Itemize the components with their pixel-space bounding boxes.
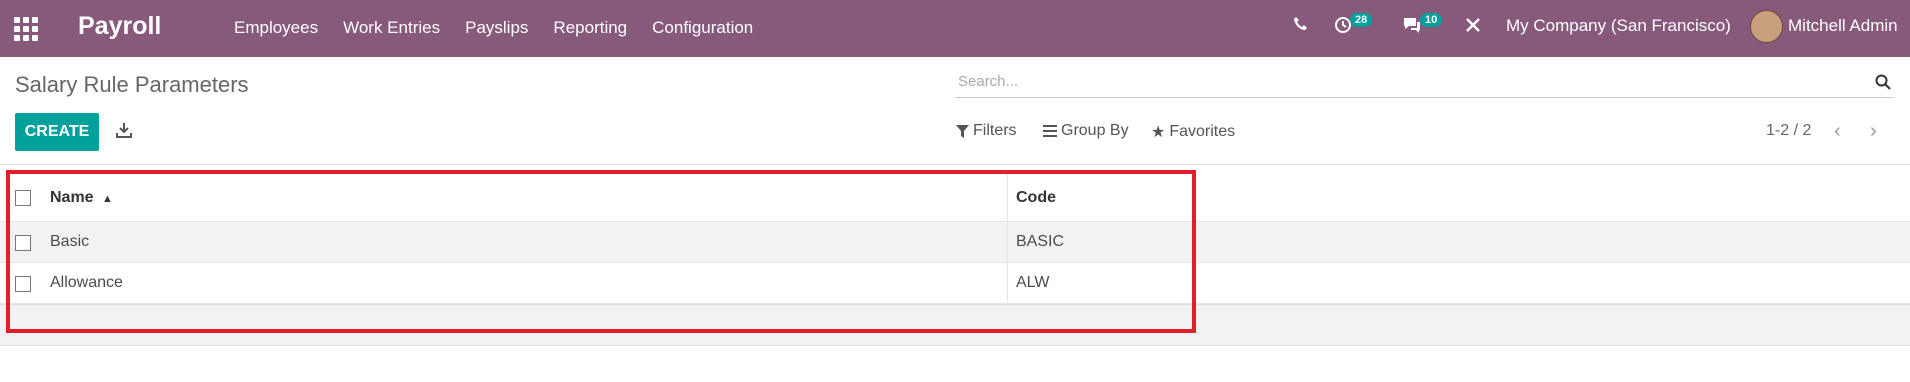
pager-value[interactable]: 1-2 / 2 — [1766, 122, 1811, 140]
table-row[interactable]: Basic BASIC — [0, 222, 1910, 263]
row-checkbox[interactable] — [15, 235, 31, 251]
top-navbar: Payroll Employees Work Entries Payslips … — [0, 0, 1910, 57]
row-checkbox[interactable] — [15, 276, 31, 292]
favorites-label: Favorites — [1169, 123, 1236, 140]
menu-work-entries[interactable]: Work Entries — [343, 18, 440, 38]
company-switcher[interactable]: My Company (San Francisco) — [1506, 16, 1731, 36]
table-footer — [0, 304, 1910, 346]
groupby-label: Group By — [1061, 122, 1129, 139]
star-icon: ★ — [1151, 124, 1166, 141]
cell-name: Basic — [50, 233, 90, 250]
activity-icon[interactable]: 28 — [1334, 13, 1373, 39]
phone-icon[interactable] — [1293, 16, 1309, 37]
column-header-code[interactable]: Code — [1016, 189, 1056, 207]
table-header: Name ▲ Code — [0, 174, 1910, 222]
favorites-button[interactable]: ★ Favorites — [1151, 122, 1235, 142]
cell-code: BASIC — [1016, 233, 1065, 250]
column-divider — [1007, 174, 1008, 221]
search-bar[interactable]: Search... — [955, 70, 1895, 98]
filter-icon — [956, 124, 969, 138]
list-icon — [1043, 125, 1057, 137]
table-row[interactable]: Allowance ALW — [0, 263, 1910, 304]
filters-button[interactable]: Filters — [956, 122, 1017, 140]
menu-payslips[interactable]: Payslips — [465, 18, 528, 38]
cell-name: Allowance — [50, 274, 123, 291]
column-header-name[interactable]: Name ▲ — [50, 189, 113, 207]
cell-code: ALW — [1016, 274, 1050, 291]
chevron-left-icon[interactable]: ‹ — [1834, 120, 1841, 143]
search-icon[interactable] — [1875, 74, 1891, 95]
page-title: Salary Rule Parameters — [15, 72, 249, 97]
column-divider — [1007, 263, 1008, 303]
menu-reporting[interactable]: Reporting — [553, 18, 627, 38]
main-menu: Employees Work Entries Payslips Reportin… — [234, 18, 778, 38]
debug-tools-icon[interactable] — [1464, 16, 1482, 39]
column-divider — [1007, 222, 1008, 262]
filters-label: Filters — [973, 122, 1017, 139]
search-input[interactable]: Search... — [958, 73, 1018, 90]
select-all-checkbox[interactable] — [15, 190, 31, 206]
groupby-button[interactable]: Group By — [1043, 122, 1129, 140]
menu-configuration[interactable]: Configuration — [652, 18, 753, 38]
user-avatar[interactable] — [1750, 10, 1783, 43]
divider — [0, 164, 1910, 165]
sort-up-icon: ▲ — [102, 193, 113, 205]
app-title[interactable]: Payroll — [78, 12, 161, 41]
chevron-right-icon[interactable]: › — [1870, 120, 1877, 143]
create-button[interactable]: CREATE — [15, 113, 99, 151]
messages-badge: 10 — [1420, 13, 1443, 27]
download-icon[interactable] — [116, 122, 132, 143]
user-menu[interactable]: Mitchell Admin — [1788, 16, 1898, 36]
app-menu-icon[interactable] — [14, 17, 38, 41]
menu-employees[interactable]: Employees — [234, 18, 318, 38]
activity-badge: 28 — [1350, 13, 1373, 27]
messages-icon[interactable]: 10 — [1402, 13, 1443, 39]
